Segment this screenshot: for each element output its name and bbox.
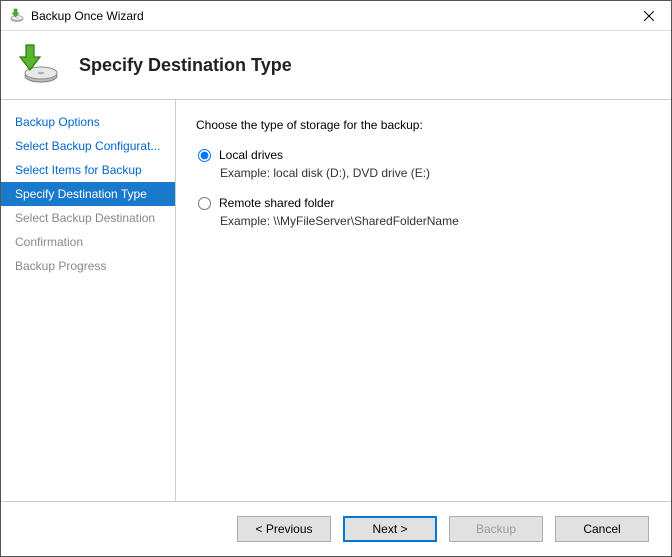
next-button[interactable]: Next > [343, 516, 437, 542]
sidebar-item-select-destination: Select Backup Destination [1, 206, 175, 230]
titlebar: Backup Once Wizard [1, 1, 671, 31]
backup-button: Backup [449, 516, 543, 542]
option-remote-folder[interactable]: Remote shared folder [196, 196, 651, 210]
wizard-window: Backup Once Wizard Specify Destination T… [0, 0, 672, 557]
wizard-icon [13, 41, 61, 89]
sidebar-item-select-items[interactable]: Select Items for Backup [1, 158, 175, 182]
wizard-header: Specify Destination Type [1, 31, 671, 99]
app-icon [9, 8, 25, 24]
window-title: Backup Once Wizard [31, 9, 626, 23]
sidebar-item-backup-options[interactable]: Backup Options [1, 110, 175, 134]
sidebar-item-destination-type[interactable]: Specify Destination Type [1, 182, 175, 206]
page-title: Specify Destination Type [79, 55, 292, 76]
radio-remote-folder[interactable] [198, 197, 211, 210]
content-pane: Choose the type of storage for the backu… [175, 100, 671, 501]
option-remote-folder-label: Remote shared folder [219, 196, 334, 210]
sidebar-item-progress: Backup Progress [1, 254, 175, 278]
option-remote-folder-example: Example: \\MyFileServer\SharedFolderName [220, 214, 651, 228]
previous-button[interactable]: < Previous [237, 516, 331, 542]
sidebar-item-confirmation: Confirmation [1, 230, 175, 254]
cancel-button[interactable]: Cancel [555, 516, 649, 542]
sidebar: Backup Options Select Backup Configurat.… [1, 100, 175, 501]
option-local-drives-label: Local drives [219, 148, 283, 162]
close-button[interactable] [626, 1, 671, 30]
wizard-footer: < Previous Next > Backup Cancel [1, 501, 671, 556]
radio-local-drives[interactable] [198, 149, 211, 162]
wizard-body: Backup Options Select Backup Configurat.… [1, 99, 671, 501]
option-local-drives[interactable]: Local drives [196, 148, 651, 162]
sidebar-item-select-config[interactable]: Select Backup Configurat... [1, 134, 175, 158]
instruction-text: Choose the type of storage for the backu… [196, 118, 651, 132]
option-local-drives-example: Example: local disk (D:), DVD drive (E:) [220, 166, 651, 180]
